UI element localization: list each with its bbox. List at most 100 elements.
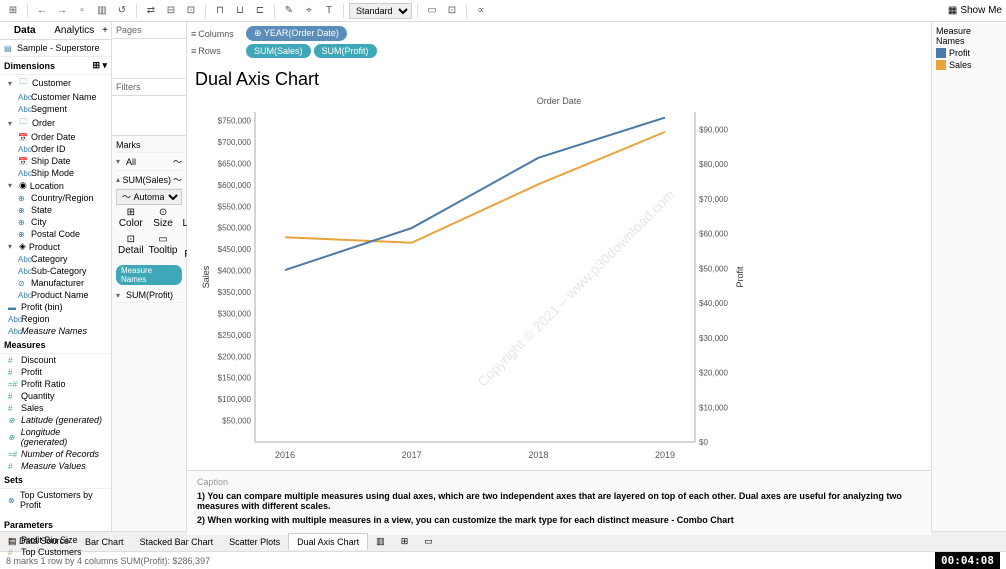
dim-manufacturer[interactable]: ⊘Manufacturer — [0, 277, 111, 289]
dim-country[interactable]: ⊕Country/Region — [0, 192, 111, 204]
new-sheet-icon[interactable]: ▥ — [93, 2, 111, 20]
svg-text:$50,000: $50,000 — [222, 417, 251, 426]
svg-text:$70,000: $70,000 — [699, 195, 728, 204]
marks-detail[interactable]: ⊡Detail — [116, 232, 146, 262]
dim-segment[interactable]: AbcSegment — [0, 103, 111, 115]
dim-postal[interactable]: ⊕Postal Code — [0, 228, 111, 240]
desktop-icon[interactable]: ⊡ — [443, 2, 461, 20]
svg-text:2016: 2016 — [275, 450, 295, 460]
chart-title: Dual Axis Chart — [195, 69, 923, 90]
svg-text:$650,000: $650,000 — [218, 159, 252, 168]
dim-ship-mode[interactable]: AbcShip Mode — [0, 167, 111, 179]
sort2-icon[interactable]: ⊡ — [182, 2, 200, 20]
dim-customer-name[interactable]: AbcCustomer Name — [0, 91, 111, 103]
caption-line2: 2) When working with multiple measures i… — [197, 515, 921, 525]
search-icon[interactable]: ⊞ ▾ — [92, 60, 107, 71]
dim-location[interactable]: ▾◉Location — [0, 179, 111, 192]
share-icon[interactable]: ∝ — [472, 2, 490, 20]
tab-bar[interactable]: Bar Chart — [77, 534, 132, 550]
m-values[interactable]: #Measure Values — [0, 460, 111, 472]
m-discount[interactable]: #Discount — [0, 354, 111, 366]
legend-profit[interactable]: Profit — [936, 48, 1002, 58]
legend-header: Measure Names — [936, 26, 1002, 46]
marks-type-select[interactable]: 〜 Automatic — [116, 189, 182, 205]
dim-order-id[interactable]: AbcOrder ID — [0, 143, 111, 155]
tab-datasource[interactable]: ▤ Data Source — [0, 533, 77, 550]
dim-category[interactable]: AbcCategory — [0, 253, 111, 265]
dim-subcategory[interactable]: AbcSub-Category — [0, 265, 111, 277]
svg-text:$40,000: $40,000 — [699, 299, 728, 308]
dim-profitbin[interactable]: ▬Profit (bin) — [0, 301, 111, 313]
logo-icon[interactable]: ⊞ — [4, 2, 22, 20]
svg-text:$500,000: $500,000 — [218, 224, 252, 233]
refresh-icon[interactable]: ↺ — [113, 2, 131, 20]
fit-select[interactable]: Standard — [349, 3, 412, 19]
save-icon[interactable]: ▫ — [73, 2, 91, 20]
row-pill-sales[interactable]: SUM(Sales) — [246, 44, 311, 58]
timer: 00:04:08 — [935, 552, 1000, 569]
status-bar: 8 marks 1 row by 4 columns SUM(Profit): … — [0, 551, 1006, 569]
format-icon[interactable]: ⌖ — [300, 2, 318, 20]
m-sales[interactable]: #Sales — [0, 402, 111, 414]
svg-text:Profit: Profit — [735, 266, 745, 288]
back-icon[interactable]: ← — [33, 2, 51, 20]
marks-sales[interactable]: ▴SUM(Sales)〜 — [116, 171, 182, 189]
svg-text:$700,000: $700,000 — [218, 138, 252, 147]
forward-icon[interactable]: → — [53, 2, 71, 20]
tab-dual[interactable]: Dual Axis Chart — [288, 533, 368, 550]
dim-order[interactable]: ▾🗀Order — [0, 115, 111, 131]
swap-icon[interactable]: ⇄ — [142, 2, 160, 20]
highlight-icon[interactable]: ✎ — [280, 2, 298, 20]
dim-region[interactable]: AbcRegion — [0, 313, 111, 325]
panel-plus-icon[interactable]: + — [99, 22, 111, 39]
svg-text:$20,000: $20,000 — [699, 369, 728, 378]
chart-subtitle: Order Date — [195, 96, 923, 106]
sort-icon[interactable]: ⊟ — [162, 2, 180, 20]
dim-order-date[interactable]: 📅Order Date — [0, 131, 111, 143]
m-lon[interactable]: ⊕Longitude (generated) — [0, 426, 111, 448]
dim-city[interactable]: ⊕City — [0, 216, 111, 228]
dim-product[interactable]: ▾◈Product — [0, 240, 111, 253]
marks-all[interactable]: ▾All〜 — [116, 153, 182, 171]
marks-tooltip[interactable]: ▭Tooltip — [147, 232, 180, 262]
dim-state[interactable]: ⊕State — [0, 204, 111, 216]
analytics-tab[interactable]: Analytics — [50, 22, 100, 39]
m-profit[interactable]: #Profit — [0, 366, 111, 378]
m-quantity[interactable]: #Quantity — [0, 390, 111, 402]
svg-text:$60,000: $60,000 — [699, 230, 728, 239]
new-sheet-button[interactable]: ▥ — [368, 533, 393, 550]
axis-icon[interactable]: ⊏ — [251, 2, 269, 20]
caption-box: Caption 1) You can compare multiple meas… — [187, 470, 931, 535]
m-profitratio[interactable]: =#Profit Ratio — [0, 378, 111, 390]
svg-text:$600,000: $600,000 — [218, 181, 252, 190]
marks-header: Marks — [116, 138, 182, 153]
dim-customer[interactable]: ▾🗀Customer — [0, 75, 111, 91]
presentation-icon[interactable]: ▭ — [423, 2, 441, 20]
dimensions-header: Dimensions — [4, 61, 55, 71]
tab-scatter[interactable]: Scatter Plots — [221, 534, 288, 550]
row-pill-profit[interactable]: SUM(Profit) — [314, 44, 377, 58]
group-icon[interactable]: ⊓ — [211, 2, 229, 20]
tab-stacked[interactable]: Stacked Bar Chart — [132, 534, 222, 550]
data-tab[interactable]: Data — [0, 22, 50, 39]
new-story-button[interactable]: ▭ — [416, 533, 441, 550]
col-pill[interactable]: ⊕ YEAR(Order Date) — [246, 26, 347, 41]
dim-ship-date[interactable]: 📅Ship Date — [0, 155, 111, 167]
show-me-button[interactable]: ▦ Show Me — [948, 5, 1002, 16]
text-icon[interactable]: T — [320, 2, 338, 20]
marks-color[interactable]: ⊞Color — [116, 205, 146, 231]
m-records[interactable]: =#Number of Records — [0, 448, 111, 460]
marks-profit[interactable]: ▾SUM(Profit) — [116, 288, 182, 303]
marks-pill[interactable]: Measure Names — [116, 265, 182, 285]
dim-productname[interactable]: AbcProduct Name — [0, 289, 111, 301]
set-topcust[interactable]: ⊗Top Customers by Profit — [0, 489, 111, 511]
dim-measurenames[interactable]: AbcMeasure Names — [0, 325, 111, 337]
legend-sales[interactable]: Sales — [936, 60, 1002, 70]
columns-shelf-label: ≡ Columns — [191, 29, 246, 39]
svg-text:$150,000: $150,000 — [218, 374, 252, 383]
totals-icon[interactable]: ⊔ — [231, 2, 249, 20]
m-lat[interactable]: ⊕Latitude (generated) — [0, 414, 111, 426]
data-source[interactable]: ▤Sample - Superstore — [0, 40, 111, 57]
new-dashboard-button[interactable]: ⊞ — [393, 533, 417, 550]
marks-size[interactable]: ⊙Size — [147, 205, 180, 231]
